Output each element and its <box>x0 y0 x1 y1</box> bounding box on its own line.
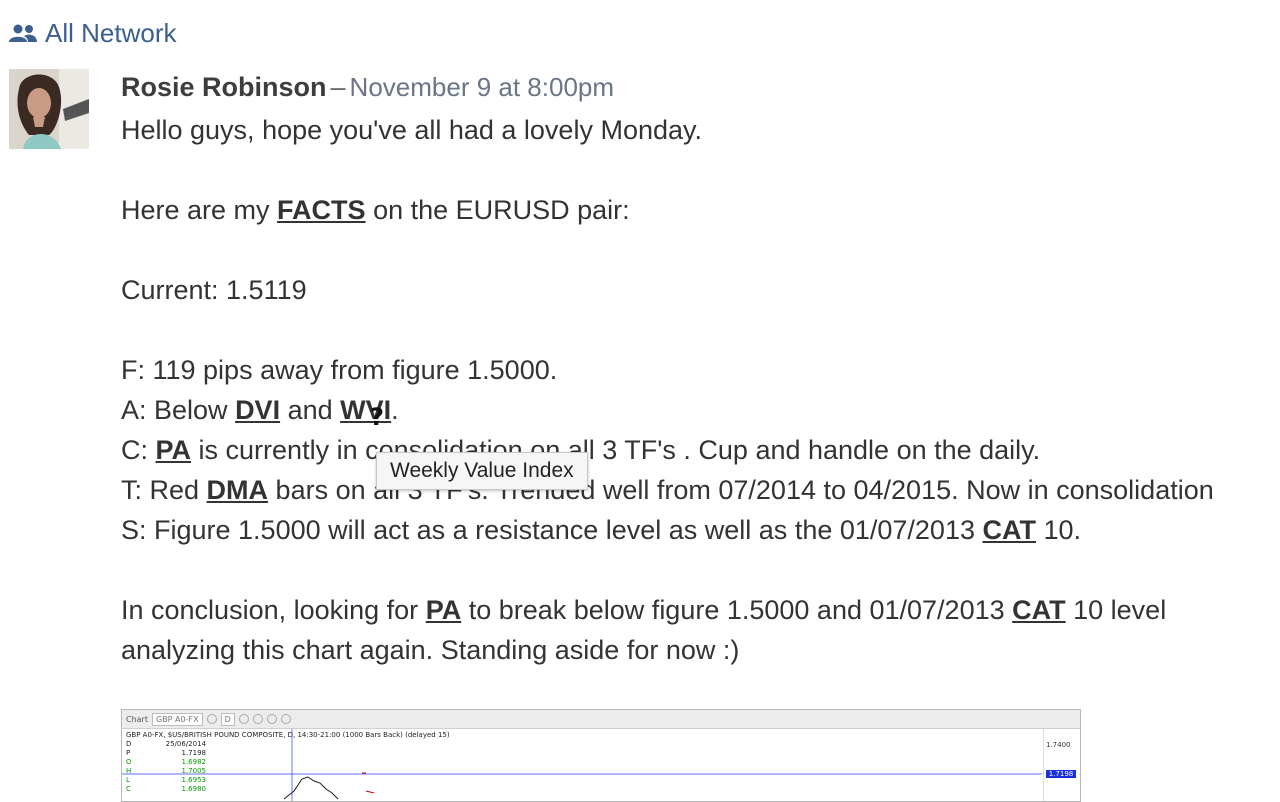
toolbar-dot-icon <box>266 714 277 724</box>
text: . <box>391 395 399 425</box>
toolbar-dot-icon <box>206 714 217 724</box>
post-line: C: PA is currently in consolidation on a… <box>121 430 1280 470</box>
interval-box: D <box>220 712 235 726</box>
post-header: Rosie Robinson – November 9 at 8:00pm <box>121 72 1280 110</box>
term-link-cat[interactable]: CAT <box>982 515 1036 545</box>
text: on the EURUSD pair: <box>365 195 630 225</box>
chart-toolbar: Chart GBP A0-FX D <box>122 710 1080 729</box>
text: Here are my <box>121 195 278 225</box>
term-link-cat[interactable]: CAT <box>1012 595 1066 625</box>
price-tag: 1.7198 <box>1046 770 1076 778</box>
toolbar-dot-icon <box>238 714 249 724</box>
text: is currently in consolidation on all 3 T… <box>191 435 1041 465</box>
post-timestamp[interactable]: November 9 at 8:00pm <box>350 72 614 102</box>
post: Rosie Robinson – November 9 at 8:00pm Hell… <box>121 72 1280 670</box>
post-line: A: Below DVI and WVI. <box>121 390 1280 430</box>
author-name[interactable]: Rosie Robinson <box>121 72 327 102</box>
symbol-box: GBP A0-FX <box>151 712 203 726</box>
chart-plot <box>122 729 1042 801</box>
chart-tab: Chart <box>126 714 148 724</box>
post-line: Here are my FACTS on the EURUSD pair: <box>121 190 1280 230</box>
marker <box>365 790 375 794</box>
text: S: Figure 1.5000 will act as a resistanc… <box>121 515 983 545</box>
text: F: 119 pips away from figure 1.5000. <box>121 355 558 385</box>
author-avatar[interactable] <box>9 69 89 149</box>
text: 10 level <box>1065 595 1167 625</box>
text: Current: 1.5119 <box>121 275 307 305</box>
axis-top-label: 1.7400 <box>1046 741 1071 749</box>
post-body: Hello guys, hope you've all had a lovely… <box>121 110 1280 670</box>
post-line: analyzing this chart again. Standing asi… <box>121 630 1280 670</box>
toolbar-dot-icon <box>280 714 291 724</box>
text: C: <box>121 435 156 465</box>
all-network-link[interactable]: All Network <box>9 18 176 48</box>
term-link-dvi[interactable]: DVI <box>235 395 280 425</box>
text: to break below figure 1.5000 and 01/07/2… <box>461 595 1013 625</box>
text: Hello guys, hope you've all had a lovely… <box>121 115 703 145</box>
toolbar-dot-icon <box>252 714 263 724</box>
term-link-pa[interactable]: PA <box>426 595 462 625</box>
tooltip: Weekly Value Index <box>376 452 588 490</box>
chart-screenshot[interactable]: Chart GBP A0-FX D GBP A0-FX, $US/BRITISH… <box>121 709 1081 802</box>
people-icon <box>9 24 37 42</box>
post-line: Hello guys, hope you've all had a lovely… <box>121 110 1280 150</box>
post-line: S: Figure 1.5000 will act as a resistanc… <box>121 510 1280 550</box>
post-line: Current: 1.5119 <box>121 270 1280 310</box>
text: 10. <box>1035 515 1082 545</box>
avatar-photo <box>9 69 89 149</box>
price-axis: 1.7400 1.7198 <box>1043 729 1080 801</box>
text: T: Red <box>121 475 207 505</box>
text: In conclusion, looking for <box>121 595 426 625</box>
text: A: Below <box>121 395 236 425</box>
text: and <box>280 395 341 425</box>
term-link-pa[interactable]: PA <box>156 435 192 465</box>
term-link-facts[interactable]: FACTS <box>277 195 366 225</box>
post-line: F: 119 pips away from figure 1.5000. <box>121 350 1280 390</box>
text: analyzing this chart again. Standing asi… <box>121 635 740 665</box>
term-link-dma[interactable]: DMA <box>207 475 269 505</box>
help-cursor-icon: ? <box>370 403 384 431</box>
post-line: T: Red DMA bars on all 3 TF's. Trended w… <box>121 470 1280 510</box>
header-separator: – <box>330 72 346 102</box>
post-line: In conclusion, looking for PA to break b… <box>121 590 1280 630</box>
all-network-label[interactable]: All Network <box>45 18 176 49</box>
